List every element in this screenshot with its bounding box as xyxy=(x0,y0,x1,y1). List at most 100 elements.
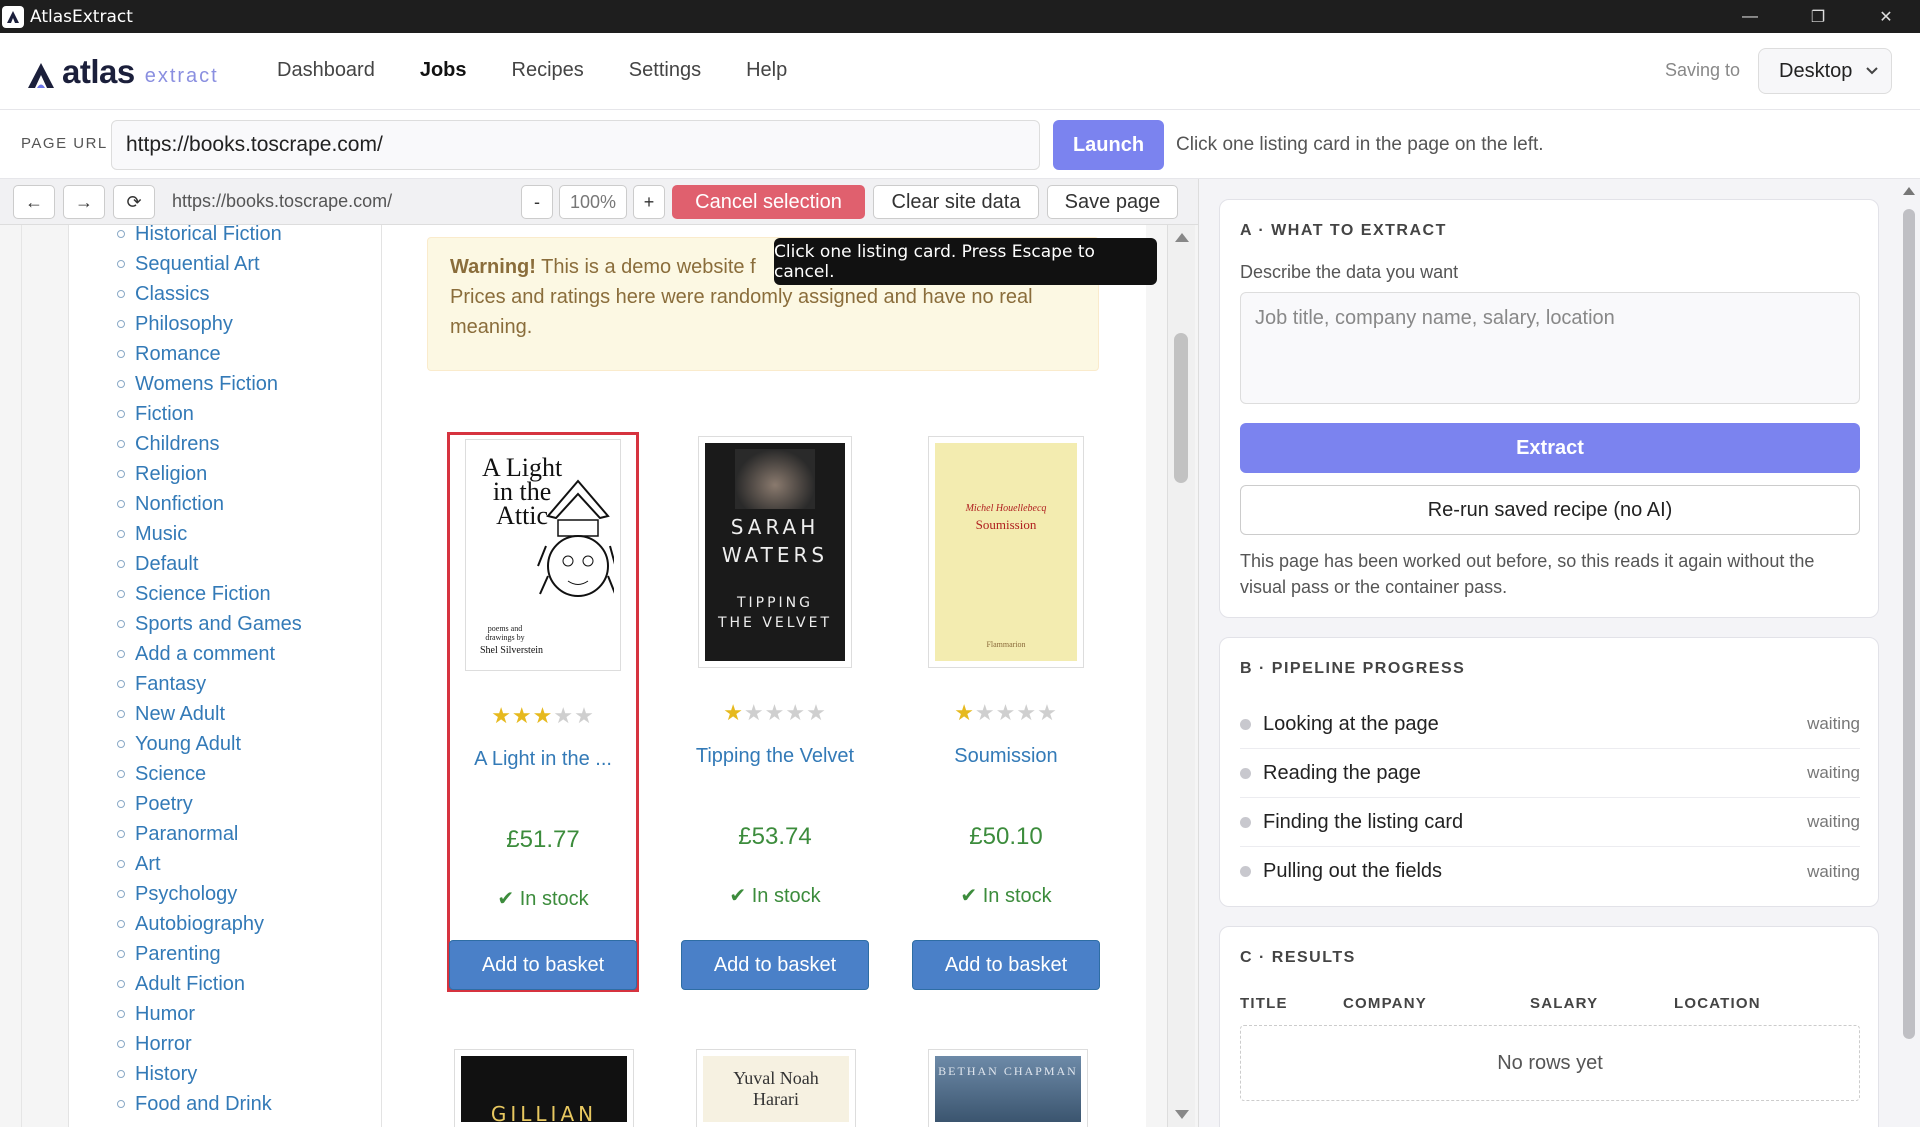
book-cover[interactable]: Yuval Noah Harari xyxy=(696,1049,856,1127)
bullet-icon xyxy=(117,1040,125,1048)
category-link[interactable]: Autobiography xyxy=(117,909,302,939)
bullet-icon xyxy=(117,560,125,568)
category-link[interactable]: Classics xyxy=(117,279,302,309)
pipeline-step: Pulling out the fields waiting xyxy=(1240,847,1860,896)
category-list: Historical Fiction Sequential Art Classics… xyxy=(117,225,302,1119)
describe-data-input[interactable] xyxy=(1240,292,1860,404)
category-link[interactable]: Paranormal xyxy=(117,819,302,849)
forward-button[interactable]: → xyxy=(63,185,105,219)
bullet-icon xyxy=(117,1010,125,1018)
category-link[interactable]: Adult Fiction xyxy=(117,969,302,999)
book-cover[interactable]: Michel Houellebecq Soumission Flammarion xyxy=(928,436,1084,668)
restore-button[interactable]: ❐ xyxy=(1784,0,1852,33)
rerun-recipe-button[interactable]: Re-run saved recipe (no AI) xyxy=(1240,485,1860,535)
category-link[interactable]: Historical Fiction xyxy=(117,225,302,249)
scroll-down-icon[interactable] xyxy=(1175,1110,1189,1119)
scrollbar-thumb[interactable] xyxy=(1903,209,1915,1039)
book-cover[interactable]: SARAH WATERS TIPPING THE VELVET xyxy=(698,436,852,668)
product-title[interactable]: A Light in the ... xyxy=(450,748,636,771)
category-link[interactable]: Sports and Games xyxy=(117,609,302,639)
recipe-note: This page has been worked out before, so… xyxy=(1240,551,1815,597)
status-dot xyxy=(1240,816,1251,828)
clear-site-data-button[interactable]: Clear site data xyxy=(873,185,1039,219)
product-title[interactable]: Tipping the Velvet xyxy=(679,745,871,768)
product-card[interactable]: SARAH WATERS TIPPING THE VELVET ★★★★★ Ti… xyxy=(679,432,871,992)
describe-label: Describe the data you want xyxy=(1240,262,1459,282)
category-link[interactable]: Science xyxy=(117,759,302,789)
logo-sub: extract xyxy=(144,65,219,87)
nav-jobs[interactable]: Jobs xyxy=(420,59,467,82)
pipeline-progress-card: B · PIPELINE PROGRESS Looking at the pag… xyxy=(1219,637,1879,907)
scroll-up-icon[interactable] xyxy=(1903,187,1915,195)
category-link[interactable]: Food and Drink xyxy=(117,1089,302,1119)
category-link[interactable]: Philosophy xyxy=(117,309,302,339)
minimize-button[interactable]: — xyxy=(1716,0,1784,33)
nav-settings[interactable]: Settings xyxy=(629,59,701,82)
pipeline-step: Reading the page waiting xyxy=(1240,749,1860,798)
product-price: £51.77 xyxy=(506,826,580,853)
category-link[interactable]: Default xyxy=(117,549,302,579)
category-link[interactable]: Fiction xyxy=(117,399,302,429)
extract-button[interactable]: Extract xyxy=(1240,423,1860,473)
back-button[interactable]: ← xyxy=(13,185,55,219)
scroll-up-icon[interactable] xyxy=(1175,233,1189,242)
scrollbar-thumb[interactable] xyxy=(1174,333,1188,483)
book-cover[interactable]: GILLIAN xyxy=(454,1049,634,1127)
category-link[interactable]: Poetry xyxy=(117,789,302,819)
window-titlebar: AtlasExtract — ❐ ✕ xyxy=(0,0,1920,33)
zoom-out-button[interactable]: - xyxy=(521,185,553,219)
category-link[interactable]: Add a comment xyxy=(117,639,302,669)
bullet-icon xyxy=(117,440,125,448)
nav-recipes[interactable]: Recipes xyxy=(512,59,584,82)
category-link[interactable]: Sequential Art xyxy=(117,249,302,279)
category-link[interactable]: Childrens xyxy=(117,429,302,459)
zoom-in-button[interactable]: + xyxy=(633,185,665,219)
product-card[interactable]: Michel Houellebecq Soumission Flammarion… xyxy=(910,432,1102,992)
status-dot xyxy=(1240,718,1251,730)
reload-button[interactable]: ⟳ xyxy=(113,185,155,219)
embedded-page[interactable]: Historical Fiction Sequential Art Classics… xyxy=(0,225,1198,1127)
book-cover[interactable]: A Light in the Attic poems and drawings … xyxy=(465,439,621,671)
bullet-icon xyxy=(117,650,125,658)
logo-word: atlas xyxy=(62,53,135,90)
category-link[interactable]: History xyxy=(117,1059,302,1089)
nav-dashboard[interactable]: Dashboard xyxy=(277,59,375,82)
category-link[interactable]: New Adult xyxy=(117,699,302,729)
book-cover[interactable]: BETHAN CHAPMAN xyxy=(928,1049,1088,1127)
status-dot xyxy=(1240,767,1251,779)
category-link[interactable]: Parenting xyxy=(117,939,302,969)
nav-help[interactable]: Help xyxy=(746,59,787,82)
category-link[interactable]: Nonfiction xyxy=(117,489,302,519)
step-status: waiting xyxy=(1807,763,1860,782)
add-to-basket-button[interactable]: Add to basket xyxy=(449,940,637,990)
category-link[interactable]: Science Fiction xyxy=(117,579,302,609)
bullet-icon xyxy=(117,470,125,478)
category-link[interactable]: Fantasy xyxy=(117,669,302,699)
category-link[interactable]: Art xyxy=(117,849,302,879)
bullet-icon xyxy=(117,410,125,418)
close-button[interactable]: ✕ xyxy=(1852,0,1920,33)
category-link[interactable]: Music xyxy=(117,519,302,549)
category-link[interactable]: Young Adult xyxy=(117,729,302,759)
destination-select[interactable]: Desktop xyxy=(1758,48,1892,94)
page-url-input[interactable]: https://books.toscrape.com/ xyxy=(111,120,1040,170)
product-area: Warning! This is a demo website f Prices… xyxy=(382,225,1146,1127)
category-link[interactable]: Religion xyxy=(117,459,302,489)
section-a-heading: A · WHAT TO EXTRACT xyxy=(1240,222,1447,239)
category-link[interactable]: Humor xyxy=(117,999,302,1029)
product-title[interactable]: Soumission xyxy=(910,745,1102,768)
category-link[interactable]: Romance xyxy=(117,339,302,369)
category-link[interactable]: Psychology xyxy=(117,879,302,909)
page-scrollbar[interactable] xyxy=(1167,225,1195,1127)
launch-button[interactable]: Launch xyxy=(1053,120,1164,170)
atlas-logo[interactable]: atlas extract xyxy=(26,53,219,91)
cancel-selection-button[interactable]: Cancel selection xyxy=(672,185,865,219)
add-to-basket-button[interactable]: Add to basket xyxy=(681,940,869,990)
category-link[interactable]: Horror xyxy=(117,1029,302,1059)
panel-scrollbar[interactable] xyxy=(1899,179,1919,1127)
add-to-basket-button[interactable]: Add to basket xyxy=(912,940,1100,990)
bullet-icon xyxy=(117,620,125,628)
category-link[interactable]: Womens Fiction xyxy=(117,369,302,399)
save-page-button[interactable]: Save page xyxy=(1047,185,1178,219)
product-card[interactable]: A Light in the Attic poems and drawings … xyxy=(447,432,639,992)
